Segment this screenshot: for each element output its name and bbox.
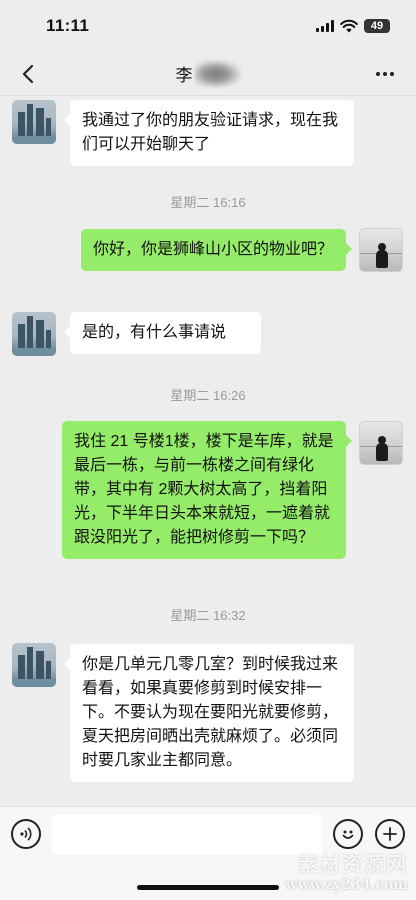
- message-timestamp: 星期二 16:32: [170, 608, 246, 623]
- my-avatar[interactable]: [359, 421, 403, 465]
- status-time: 11:11: [46, 16, 90, 35]
- nav-bar: 李: [0, 52, 416, 96]
- chat-title: 李: [175, 59, 241, 88]
- plus-icon: [383, 827, 397, 841]
- message-bubble-outgoing[interactable]: 你好，你是狮峰山小区的物业吧？: [81, 229, 352, 271]
- message-bubble-incoming[interactable]: 是的，有什么事请说: [64, 312, 261, 354]
- my-avatar[interactable]: [359, 228, 403, 272]
- status-bar: 11:11 49: [0, 0, 416, 52]
- name-redaction: [194, 59, 241, 88]
- message-timestamp: 星期二 16:26: [170, 388, 246, 403]
- battery-icon: 49: [364, 19, 390, 33]
- chat-area[interactable]: 我通过了你的朋友验证请求，现在我们可以开始聊天了 星期二 16:16 你好，你是…: [0, 97, 416, 807]
- message-bubble-incoming[interactable]: 我通过了你的朋友验证请求，现在我们可以开始聊天了: [64, 100, 354, 166]
- message-bubble-outgoing[interactable]: 我住 21 号楼1楼，楼下是车库，就是最后一栋，与前一栋楼之间有绿化带，其中有 …: [62, 421, 352, 559]
- emoji-button[interactable]: [333, 819, 363, 849]
- status-icons: 49: [316, 19, 390, 33]
- voice-button[interactable]: [11, 819, 41, 849]
- contact-name: 李: [175, 66, 193, 85]
- home-indicator[interactable]: [137, 885, 279, 890]
- more-dots-icon: [376, 72, 380, 76]
- add-button[interactable]: [375, 819, 405, 849]
- voice-icon: [20, 827, 32, 841]
- contact-avatar[interactable]: [12, 100, 56, 144]
- wifi-icon: [340, 19, 358, 33]
- message-bubble-incoming[interactable]: 你是几单元几零几室？到时候我过来看看，如果真要修剪到时候安排一下。不要认为现在要…: [64, 644, 354, 782]
- watermark-text: 素材资源网: [298, 854, 408, 876]
- contact-avatar[interactable]: [12, 312, 56, 356]
- signal-icon: [316, 20, 334, 32]
- contact-avatar[interactable]: [12, 643, 56, 687]
- chevron-left-icon: [22, 64, 34, 84]
- message-timestamp: 星期二 16:16: [170, 195, 246, 210]
- more-button[interactable]: [372, 62, 398, 86]
- emoji-icon: [342, 830, 354, 839]
- back-button[interactable]: [14, 60, 42, 88]
